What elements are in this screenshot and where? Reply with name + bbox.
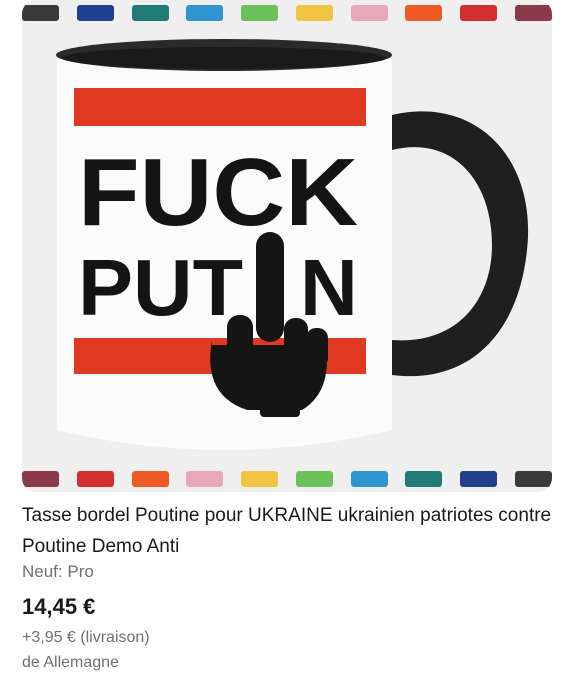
color-swatch (131, 471, 169, 487)
listing-title[interactable]: Tasse bordel Poutine pour UKRAINE ukrain… (22, 500, 552, 562)
color-swatch (405, 5, 443, 21)
mug-text-n: N (300, 243, 358, 332)
color-swatch (186, 471, 224, 487)
color-swatch (295, 471, 333, 487)
color-swatch (405, 471, 443, 487)
color-swatch (76, 471, 114, 487)
shipping-cost: +3,95 € (livraison) (22, 629, 150, 646)
color-swatch (514, 471, 552, 487)
listing-condition: Neuf: Pro (22, 562, 94, 581)
mug-text-fuck: FUCK (78, 139, 358, 246)
color-swatch (22, 471, 59, 487)
color-swatch (350, 471, 388, 487)
product-image[interactable]: FUCK PUT N (22, 0, 552, 492)
color-swatches-top (22, 5, 552, 21)
mug-text-put: PUT (78, 243, 243, 332)
color-swatches-bottom (22, 471, 552, 487)
color-swatch (460, 471, 498, 487)
color-swatch (22, 5, 59, 21)
product-card[interactable]: FUCK PUT N Tasse bordel Poutine pour UKR… (0, 0, 574, 680)
item-origin: de Allemagne (22, 654, 119, 671)
color-swatch (514, 5, 552, 21)
color-swatch (241, 5, 279, 21)
color-swatch (76, 5, 114, 21)
mug-illustration: FUCK PUT N (22, 0, 552, 492)
color-swatch (460, 5, 498, 21)
color-swatch (186, 5, 224, 21)
color-swatch (295, 5, 333, 21)
color-swatch (350, 5, 388, 21)
red-stripe-top (74, 88, 366, 126)
listing-price: 14,45 € (22, 594, 96, 619)
color-swatch (131, 5, 169, 21)
color-swatch (241, 471, 279, 487)
